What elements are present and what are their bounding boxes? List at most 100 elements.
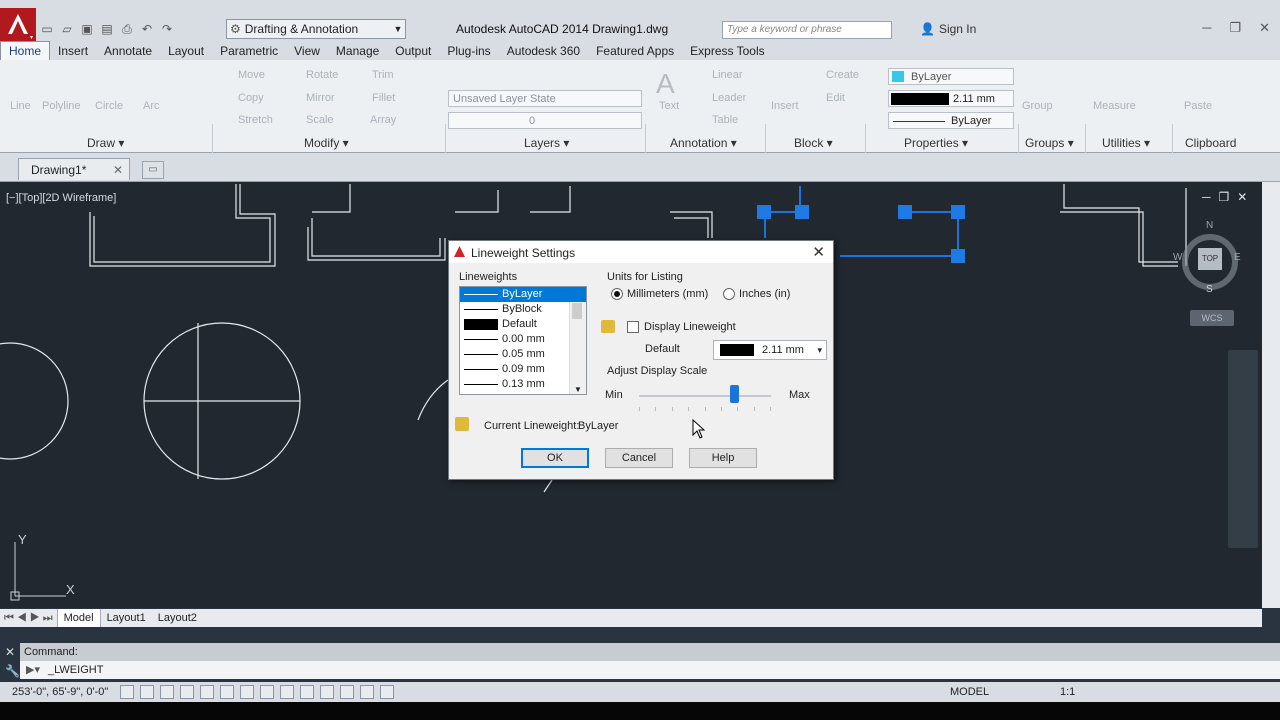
insert-tool[interactable]: Insert — [771, 100, 799, 112]
viewcube[interactable]: TOP N S E W — [1173, 220, 1246, 298]
lineweight-item[interactable]: 0.09 mm — [460, 362, 586, 377]
dialog-close-icon[interactable]: ✕ — [812, 243, 825, 261]
arc-tool[interactable]: Arc — [143, 100, 160, 112]
groups-panel-label[interactable]: Groups ▾ — [1025, 136, 1074, 150]
circle-tool[interactable]: Circle — [95, 100, 123, 112]
dyn-toggle[interactable] — [300, 685, 314, 699]
utilities-panel-label[interactable]: Utilities ▾ — [1102, 136, 1150, 150]
annotation-scale[interactable]: 1:1 — [1060, 682, 1075, 702]
vertical-scrollbar[interactable] — [1262, 182, 1280, 608]
mirror-tool[interactable]: Mirror — [306, 92, 335, 104]
polyline-tool[interactable]: Polyline — [42, 100, 81, 112]
coordinates-readout[interactable]: 253'-0", 65'-9", 0'-0" — [12, 682, 108, 702]
copy-tool[interactable]: Copy — [238, 92, 264, 104]
transparency-toggle[interactable] — [340, 685, 354, 699]
search-input[interactable]: Type a keyword or phrase — [722, 21, 892, 39]
selection-cycling-toggle[interactable] — [380, 685, 394, 699]
horizontal-scrollbar[interactable] — [840, 609, 1262, 627]
workspace-dropdown[interactable]: ⚙ Drafting & Annotation ▼ — [226, 19, 406, 39]
model-space-button[interactable]: MODEL — [950, 682, 989, 702]
3d-osnap-toggle[interactable] — [240, 685, 254, 699]
scale-tool[interactable]: Scale — [306, 114, 334, 126]
close-command-icon[interactable]: ✕ — [5, 645, 15, 659]
undo-icon[interactable]: ↶ — [140, 22, 154, 36]
layout-nav-icon[interactable]: ⏮ ◀ ▶ ⏭ — [0, 612, 57, 625]
rotate-tool[interactable]: Rotate — [306, 69, 338, 81]
ortho-toggle[interactable] — [180, 685, 194, 699]
draw-panel-label[interactable]: Draw ▾ — [87, 136, 124, 150]
document-tab[interactable]: Drawing1* ✕ — [18, 158, 130, 180]
lineweights-list[interactable]: ▲ ▼ ByLayerByBlockDefault0.00 mm0.05 mm0… — [459, 286, 587, 395]
fillet-tool[interactable]: Fillet — [372, 92, 395, 104]
ribbon-tab-view[interactable]: View — [286, 42, 328, 60]
viewport-minimize-icon[interactable]: ─ — [1202, 190, 1211, 204]
lineweight-item[interactable]: ByBlock — [460, 302, 586, 317]
ok-button[interactable]: OK — [521, 448, 589, 468]
group-tool[interactable]: Group — [1022, 100, 1053, 112]
lineweight-toggle[interactable] — [320, 685, 334, 699]
display-lineweight-checkbox[interactable]: Display Lineweight — [627, 321, 736, 333]
viewcube-east[interactable]: E — [1234, 252, 1241, 263]
snap-toggle[interactable] — [140, 685, 154, 699]
cancel-button[interactable]: Cancel — [605, 448, 673, 468]
save-as-icon[interactable]: ▤ — [100, 22, 114, 36]
layout2-tab[interactable]: Layout2 — [152, 609, 203, 627]
linear-tool[interactable]: Linear — [712, 69, 743, 81]
edit-tool[interactable]: Edit — [826, 92, 845, 104]
new-icon[interactable]: ▭ — [40, 22, 54, 36]
ribbon-tab-parametric[interactable]: Parametric — [212, 42, 286, 60]
ribbon-tab-plug-ins[interactable]: Plug-ins — [439, 42, 498, 60]
measure-tool[interactable]: Measure — [1093, 100, 1136, 112]
grid-toggle[interactable] — [160, 685, 174, 699]
lineweight-item[interactable]: 0.05 mm — [460, 347, 586, 362]
move-tool[interactable]: Move — [238, 69, 265, 81]
help-button[interactable]: Help — [689, 448, 757, 468]
viewport-close-icon[interactable]: ✕ — [1237, 190, 1247, 204]
wcs-menu[interactable]: WCS — [1190, 310, 1234, 326]
display-scale-slider[interactable] — [639, 395, 771, 397]
viewport-restore-icon[interactable]: ❐ — [1219, 190, 1230, 204]
ribbon-tab-output[interactable]: Output — [387, 42, 439, 60]
minimize-icon[interactable]: ─ — [1202, 20, 1211, 36]
default-lineweight-dropdown[interactable]: 2.11 mm ▾ — [713, 340, 827, 360]
ribbon-tab-layout[interactable]: Layout — [160, 42, 212, 60]
lineweight-item[interactable]: 0.13 mm — [460, 377, 586, 392]
ribbon-tab-manage[interactable]: Manage — [328, 42, 387, 60]
layer-dropdown[interactable]: 0 — [448, 112, 642, 129]
stretch-tool[interactable]: Stretch — [238, 114, 273, 126]
ribbon-tab-express-tools[interactable]: Express Tools — [682, 42, 772, 60]
color-dropdown[interactable]: ByLayer — [888, 68, 1014, 85]
modify-panel-label[interactable]: Modify ▾ — [304, 136, 349, 150]
paste-tool[interactable]: Paste — [1184, 100, 1212, 112]
command-line-input[interactable]: ▶▾ _LWEIGHT — [20, 661, 1280, 679]
infer-constraints-toggle[interactable] — [120, 685, 134, 699]
table-tool[interactable]: Table — [712, 114, 738, 126]
close-tab-icon[interactable]: ✕ — [113, 159, 123, 181]
open-icon[interactable]: ▱ — [60, 22, 74, 36]
array-tool[interactable]: Array — [370, 114, 396, 126]
layer-state-dropdown[interactable]: Unsaved Layer State — [448, 90, 642, 107]
create-tool[interactable]: Create — [826, 69, 859, 81]
viewcube-north[interactable]: N — [1206, 220, 1213, 231]
ducs-toggle[interactable] — [280, 685, 294, 699]
block-panel-label[interactable]: Block ▾ — [794, 136, 833, 150]
lineweight-item[interactable]: Default — [460, 317, 586, 332]
lineweight-item[interactable]: ByLayer — [460, 287, 586, 302]
redo-icon[interactable]: ↷ — [160, 22, 174, 36]
sign-in-button[interactable]: 👤 Sign In — [920, 22, 976, 36]
ribbon-tab-insert[interactable]: Insert — [50, 42, 96, 60]
inches-radio[interactable]: Inches (in) — [723, 288, 790, 300]
save-icon[interactable]: ▣ — [80, 22, 94, 36]
annotation-panel-label[interactable]: Annotation ▾ — [670, 136, 737, 150]
model-tab[interactable]: Model — [56, 608, 101, 628]
text-tool[interactable]: Text — [659, 100, 679, 112]
plot-icon[interactable]: ⎙ — [120, 22, 134, 36]
close-icon[interactable]: ✕ — [1259, 20, 1270, 36]
navigation-bar[interactable] — [1228, 350, 1258, 548]
ribbon-tab-featured-apps[interactable]: Featured Apps — [588, 42, 682, 60]
layers-panel-label[interactable]: Layers ▾ — [524, 136, 569, 150]
ribbon-tab-autodesk-360[interactable]: Autodesk 360 — [499, 42, 588, 60]
viewcube-south[interactable]: S — [1206, 284, 1213, 295]
lineweight-item[interactable]: 0.00 mm — [460, 332, 586, 347]
restore-icon[interactable]: ❐ — [1229, 20, 1241, 36]
